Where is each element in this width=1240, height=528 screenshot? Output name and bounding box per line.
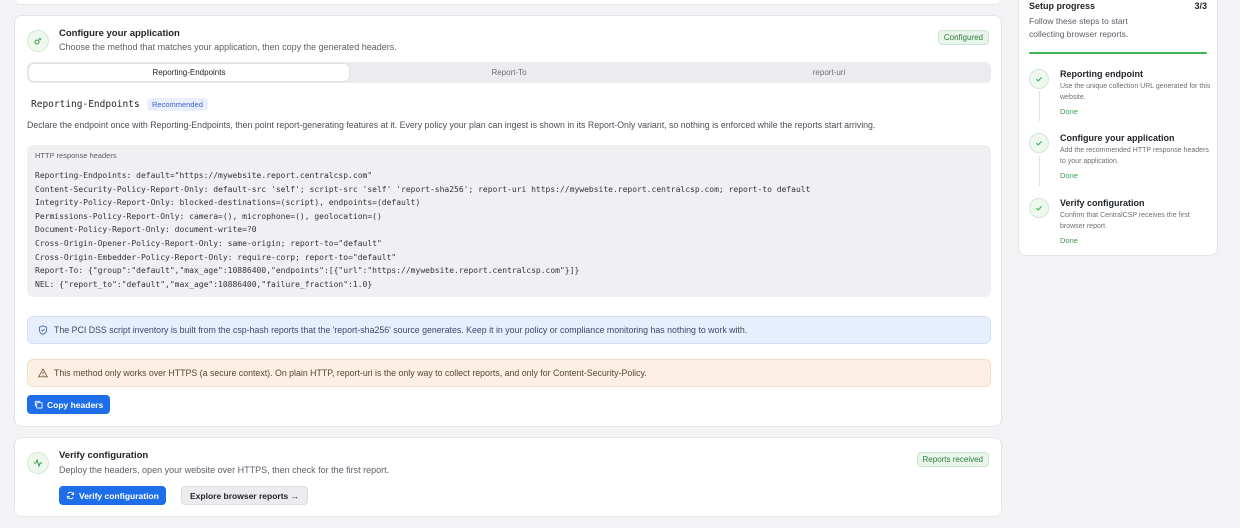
method-description: Declare the endpoint once with Reporting… [27,120,876,130]
step-status: Done [1060,236,1078,245]
step-title: Verify configuration [1060,198,1145,208]
step-description: Confirm that CentralCSP receives the fir… [1060,212,1190,230]
verify-button-label: Verify configuration [79,490,159,501]
check-icon [1029,69,1049,89]
warning-icon [38,368,48,378]
copy-headers-button[interactable]: Copy headers [27,395,111,414]
configured-badge: Configured [937,30,989,45]
tab-report-uri[interactable]: report-uri [669,64,989,81]
configure-application-card: Configure your application Choose the me… [14,15,1002,427]
step-connector [1039,91,1040,121]
setup-progress-title: Setup progress [1029,1,1096,11]
https-warning-banner: This method only works over HTTPS (a sec… [27,359,991,387]
explore-browser-reports-button[interactable]: Explore browser reports → [181,486,309,505]
method-name: Reporting-Endpoints [31,99,140,110]
warning-text: This method only works over HTTPS (a sec… [54,368,647,378]
verify-configuration-button[interactable]: Verify configuration [59,486,166,505]
code-line: Report-To: {"group":"default","max_age":… [35,266,580,276]
code-line: Cross-Origin-Opener-Policy-Report-Only: … [35,238,382,248]
code-line: Content-Security-Policy-Report-Only: def… [35,184,811,194]
configure-subtitle: Choose the method that matches your appl… [59,42,397,52]
copy-headers-label: Copy headers [47,399,104,410]
previous-step-card [14,0,1002,5]
step-description: Add the recommended HTTP response header… [1060,147,1209,165]
tab-reporting-endpoints[interactable]: Reporting-Endpoints [29,64,349,81]
reports-received-badge: Reports received [916,452,989,467]
check-icon [1029,133,1049,153]
code-label: HTTP response headers [35,151,117,160]
refresh-icon [66,491,75,500]
tab-report-to[interactable]: Report-To [349,64,669,81]
pci-info-banner: The PCI DSS script inventory is built fr… [27,316,991,344]
method-tabs: Reporting-Endpoints Report-To report-uri [27,62,991,83]
step-title: Reporting endpoint [1060,69,1143,79]
setup-progress-count: 3/3 [1194,1,1207,11]
setup-progress-panel: Setup progress 3/3 Follow these steps to… [1018,0,1218,256]
copy-icon [34,400,43,409]
code-line: Permissions-Policy-Report-Only: camera=(… [35,211,382,221]
activity-icon [27,452,49,474]
code-line: NEL: {"report_to":"default","max_age":10… [35,279,373,289]
verify-title: Verify configuration [59,450,149,461]
code-line: Document-Policy-Report-Only: document-wr… [35,225,257,235]
setup-progress-subtitle: Follow these steps to start collecting b… [1029,16,1129,39]
configure-icon [27,30,49,52]
step-description: Use the unique collection URL generated … [1060,83,1211,101]
step-title: Configure your application [1060,133,1175,143]
verify-configuration-card: Verify configuration Deploy the headers,… [14,437,1002,517]
code-line: Reporting-Endpoints: default="https://my… [35,171,373,180]
setup-progress-bar [1029,52,1207,54]
code-line: Integrity-Policy-Report-Only: blocked-de… [35,198,421,208]
check-icon [1029,198,1049,218]
step-status: Done [1060,171,1078,180]
step-connector [1039,156,1040,186]
info-text: The PCI DSS script inventory is built fr… [54,325,748,335]
code-line: Cross-Origin-Embedder-Policy-Report-Only… [35,252,397,262]
recommended-badge: Recommended [147,98,208,111]
verify-subtitle: Deploy the headers, open your website ov… [59,465,390,475]
step-status: Done [1060,107,1078,116]
shield-check-icon [38,325,48,335]
headers-code-block: HTTP response headers Reporting-Endpoint… [27,145,991,297]
configure-title: Configure your application [59,28,180,39]
